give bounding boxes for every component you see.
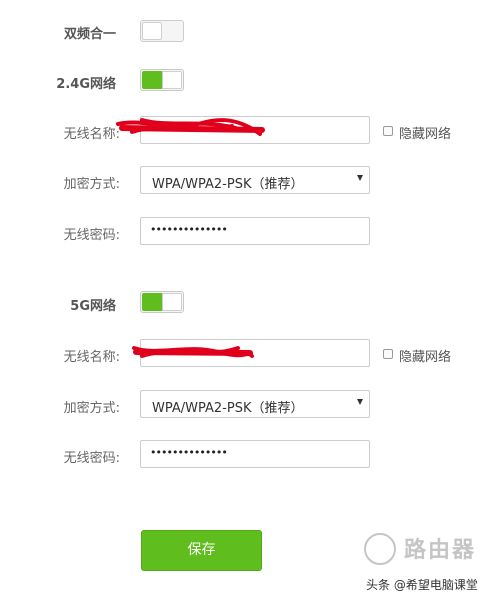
hide-network-label-5g: 隐藏网络 — [399, 350, 452, 365]
dual-band-label: 双频合一 — [63, 27, 116, 42]
encryption-value-24g: WPA/WPA2-PSK（推荐） — [152, 177, 304, 192]
toggle-knob — [142, 22, 162, 40]
encryption-value-5g: WPA/WPA2-PSK（推荐） — [152, 401, 304, 416]
band-24g-toggle[interactable] — [140, 69, 184, 91]
encryption-label-5g: 加密方式: — [63, 401, 120, 416]
band-24g-title: 2.4G网络 — [56, 77, 116, 92]
password-label-24g: 无线密码: — [63, 228, 120, 243]
ssid-input-24g[interactable] — [140, 116, 370, 144]
save-button[interactable]: 保存 — [141, 530, 262, 571]
router-logo-icon — [364, 533, 396, 565]
toggle-fill — [142, 71, 163, 89]
password-input-24g[interactable]: •••••••••••••• — [140, 217, 370, 245]
toggle-fill — [142, 293, 163, 311]
dropdown-arrow-icon — [357, 399, 363, 405]
password-mask-24g: •••••••••••••• — [150, 223, 228, 236]
dropdown-arrow-icon — [357, 175, 363, 181]
hide-network-label-24g: 隐藏网络 — [399, 127, 452, 142]
toggle-knob — [162, 71, 182, 89]
dual-band-toggle[interactable] — [140, 20, 184, 42]
ssid-label-24g: 无线名称: — [63, 127, 120, 142]
password-input-5g[interactable]: •••••••••••••• — [140, 440, 370, 468]
watermark-logo-text: 路由器 — [404, 538, 477, 563]
ssid-label-5g: 无线名称: — [63, 350, 120, 365]
hide-network-checkbox-5g[interactable] — [383, 349, 393, 359]
band-5g-toggle[interactable] — [140, 291, 184, 313]
toggle-knob — [162, 293, 182, 311]
password-mask-5g: •••••••••••••• — [150, 446, 228, 459]
encryption-select-5g[interactable]: WPA/WPA2-PSK（推荐） — [140, 390, 370, 418]
wifi-settings-page: 双频合一 2.4G网络 无线名称: 隐藏网络 加密方式: WPA/WPA2-PS… — [0, 0, 492, 600]
password-label-5g: 无线密码: — [63, 451, 120, 466]
encryption-select-24g[interactable]: WPA/WPA2-PSK（推荐） — [140, 166, 370, 194]
encryption-label-24g: 加密方式: — [63, 177, 120, 192]
watermark: 路由器 头条 @希望电脑课堂 — [350, 520, 492, 600]
watermark-attribution: 头条 @希望电脑课堂 — [366, 578, 478, 592]
band-5g-title: 5G网络 — [70, 299, 116, 314]
hide-network-checkbox-24g[interactable] — [383, 126, 393, 136]
ssid-input-5g[interactable] — [140, 339, 370, 367]
